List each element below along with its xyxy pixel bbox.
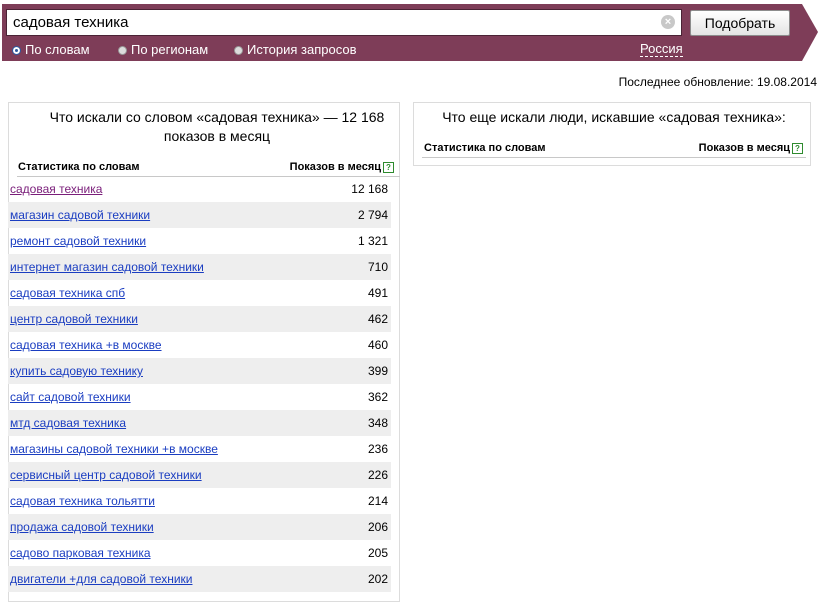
count-value: 491 (367, 286, 388, 300)
table-row: продажа садовой техники 206 (8, 514, 391, 540)
panel-title: Что искали со словом «садовая техника» —… (49, 109, 385, 144)
related-searches-panel: Что еще искали люди, искавшие «садовая т… (413, 102, 811, 166)
column-header-count-label: Показов в месяц (289, 161, 381, 173)
phrase-link[interactable]: двигатели +для садовой техники (10, 572, 192, 586)
count-value: 399 (367, 364, 388, 378)
table-row: сервисный центр садовой техники 226 (8, 462, 391, 488)
submit-button[interactable]: Подобрать (690, 10, 790, 36)
count-value: 2 794 (357, 208, 388, 222)
count-value: 226 (367, 468, 388, 482)
count-value: 1 321 (357, 234, 388, 248)
count-value: 462 (367, 312, 388, 326)
search-bar-arrow (802, 4, 818, 61)
count-value: 710 (367, 260, 388, 274)
phrase-link[interactable]: садовая техника +в москве (10, 338, 162, 352)
count-value: 362 (367, 390, 388, 404)
header-divider (422, 157, 806, 158)
count-value: 206 (367, 520, 388, 534)
table-row: интернет магазин садовой техники 710 (8, 254, 391, 280)
search-field[interactable]: × (6, 9, 682, 36)
count-value: 236 (367, 442, 388, 456)
table-row: садовая техника тольятти 214 (8, 488, 391, 514)
table-row: сайт садовой техники 362 (8, 384, 391, 410)
radio-label: По словам (25, 42, 90, 57)
phrase-link[interactable]: сайт садовой техники (10, 390, 131, 404)
table-row: центр садовой техники 462 (8, 306, 391, 332)
count-value: 12 168 (351, 182, 388, 196)
last-update-text: Последнее обновление: 19.08.2014 (618, 75, 817, 89)
search-input[interactable] (7, 10, 653, 35)
table-row: магазин садовой техники 2 794 (8, 202, 391, 228)
count-value: 460 (367, 338, 388, 352)
phrase-link[interactable]: садово парковая техника (10, 546, 151, 560)
table-row: садово парковая техника 205 (8, 540, 391, 566)
table-row: садовая техника спб 491 (8, 280, 391, 306)
phrase-link[interactable]: интернет магазин садовой техники (10, 260, 204, 274)
table-row: садовая техника 12 168 (8, 176, 391, 202)
radio-label: История запросов (247, 42, 357, 57)
radio-by-words[interactable]: По словам (12, 42, 90, 57)
phrase-link[interactable]: центр садовой техники (10, 312, 138, 326)
table-row: садовая техника +в москве 460 (8, 332, 391, 358)
count-value: 214 (367, 494, 388, 508)
clear-icon[interactable]: × (661, 15, 675, 29)
column-header-words: Статистика по словам (18, 161, 140, 173)
phrase-link[interactable]: магазины садовой техники +в москве (10, 442, 218, 456)
phrase-link[interactable]: ремонт садовой техники (10, 234, 146, 248)
table-row: мтд садовая техника 348 (8, 410, 391, 436)
table-row: купить садовую технику 399 (8, 358, 391, 384)
phrase-link[interactable]: мтд садовая техника (10, 416, 126, 430)
column-header-count: Показов в месяц? (290, 161, 394, 173)
radio-checked-icon (12, 46, 21, 55)
table-row: магазины садовой техники +в москве 236 (8, 436, 391, 462)
phrase-link[interactable]: садовая техника (10, 182, 102, 196)
phrase-link[interactable]: магазин садовой техники (10, 208, 150, 222)
count-value: 348 (367, 416, 388, 430)
radio-unchecked-icon (234, 46, 243, 55)
phrase-link[interactable]: садовая техника тольятти (10, 494, 155, 508)
panel-title: Что еще искали люди, искавшие «садовая т… (442, 109, 786, 125)
count-value: 205 (367, 546, 388, 560)
phrase-link[interactable]: купить садовую технику (10, 364, 143, 378)
radio-query-history[interactable]: История запросов (234, 42, 357, 57)
radio-by-regions[interactable]: По регионам (118, 42, 208, 57)
phrase-link[interactable]: садовая техника спб (10, 286, 125, 300)
column-header-count-label: Показов в месяц (698, 142, 790, 154)
phrase-link[interactable]: продажа садовой техники (10, 520, 154, 534)
column-header-count: Показов в месяц? (699, 142, 803, 154)
words-table: садовая техника 12 168 магазин садовой те… (8, 176, 391, 592)
column-header-words: Статистика по словам (424, 142, 546, 154)
radio-unchecked-icon (118, 46, 127, 55)
help-icon[interactable]: ? (792, 143, 803, 154)
table-row: ремонт садовой техники 1 321 (8, 228, 391, 254)
count-value: 202 (367, 572, 388, 586)
region-selector[interactable]: Россия (640, 41, 683, 57)
phrase-link[interactable]: сервисный центр садовой техники (10, 468, 202, 482)
table-row: двигатели +для садовой техники 202 (8, 566, 391, 592)
help-icon[interactable]: ? (383, 162, 394, 173)
radio-label: По регионам (131, 42, 209, 57)
